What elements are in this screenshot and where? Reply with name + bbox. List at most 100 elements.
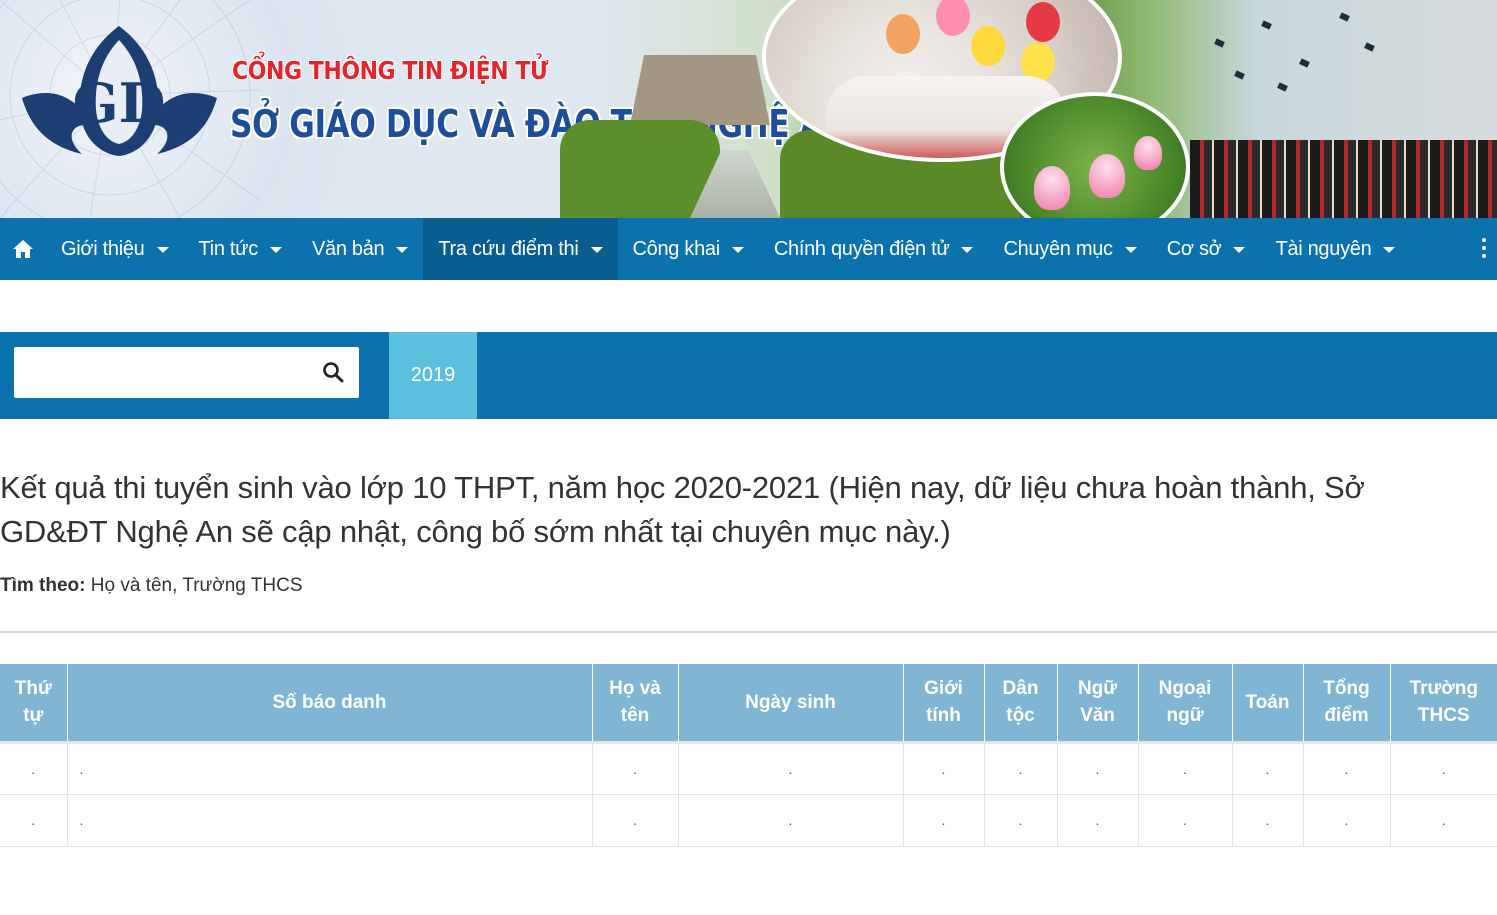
nav-item-tra-cuu-diem-thi[interactable]: Tra cứu điểm thi <box>423 218 618 280</box>
nav-item-label: Tin tức <box>198 237 259 260</box>
column-header-ngu-van[interactable]: Ngữ Văn <box>1057 664 1139 742</box>
home-icon <box>13 240 33 258</box>
table-cell: . <box>1232 794 1304 847</box>
table-cell: . <box>1390 740 1497 795</box>
search-by-hint: Tìm theo: Họ và tên, Trường THCS <box>0 575 303 597</box>
nav-item-label: Chính quyền điện tử <box>773 237 950 260</box>
site-subtitle: CỔNG THÔNG TIN ĐIỆN TỬ <box>232 56 548 85</box>
caret-down-icon <box>961 247 974 253</box>
caret-down-icon <box>1124 247 1137 253</box>
column-header-dan-toc[interactable]: Dân tộc <box>984 664 1058 742</box>
nav-item-chuyen-muc[interactable]: Chuyên mục <box>988 218 1151 280</box>
balloon-shape <box>971 26 1005 66</box>
graduation-cap-shape <box>1277 82 1288 92</box>
caret-down-icon <box>1383 247 1396 253</box>
caret-down-icon <box>731 247 744 253</box>
divider <box>0 631 1497 633</box>
nav-item-gioi-thieu[interactable]: Giới thiệu <box>46 218 184 280</box>
nav-item-label: Chuyên mục <box>1003 237 1113 260</box>
banner-photo-roof <box>630 55 770 125</box>
nav-item-label: Công khai <box>632 237 721 260</box>
graduation-cap-shape <box>1339 12 1350 22</box>
results-table: Thứ tự Số báo danh Họ và tên Ngày sinh G… <box>0 664 1497 847</box>
table-cell: . <box>0 794 68 847</box>
nav-item-cong-khai[interactable]: Công khai <box>618 218 759 280</box>
table-cell: . <box>1303 794 1391 847</box>
balloon-shape <box>1026 2 1060 42</box>
caret-down-icon <box>156 247 169 253</box>
more-vertical-icon[interactable] <box>1481 238 1487 258</box>
table-cell: . <box>67 794 593 847</box>
page-title: Kết quả thi tuyển sinh vào lớp 10 THPT, … <box>0 470 1365 549</box>
table-cell: . <box>1057 740 1139 795</box>
banner-photo-graduates <box>1190 110 1497 218</box>
table-cell: . <box>1138 794 1233 847</box>
graduation-cap-shape <box>1234 70 1245 80</box>
nav-item-tin-tuc[interactable]: Tin tức <box>184 218 297 280</box>
year-tab-2019[interactable]: 2019 <box>389 332 477 419</box>
table-cell: . <box>678 794 904 847</box>
table-cell: . <box>592 794 679 847</box>
nav-item-label: Văn bản <box>311 237 385 260</box>
table-cell: . <box>592 740 679 795</box>
column-header-tong-diem[interactable]: Tổng điểm <box>1303 664 1391 742</box>
column-header-ngay-sinh[interactable]: Ngày sinh <box>678 664 904 742</box>
caret-down-icon <box>396 247 409 253</box>
table-cell: . <box>678 740 904 795</box>
search-by-value: Họ và tên, Trường THCS <box>90 575 303 596</box>
caret-down-icon <box>269 247 282 253</box>
table-cell: . <box>903 794 985 847</box>
site-banner: GD CỔNG THÔNG TIN ĐIỆN TỬ SỞ GIÁO DỤC VÀ… <box>0 0 1497 218</box>
lotus-flower-shape <box>1034 166 1070 210</box>
table-cell: . <box>1390 794 1497 847</box>
column-header-so-bao-danh[interactable]: Số báo danh <box>67 664 593 742</box>
table-row: . . . . . . . . . . . <box>0 794 1497 847</box>
table-cell: . <box>984 794 1058 847</box>
search-box <box>14 347 359 398</box>
caret-down-icon <box>1233 247 1246 253</box>
nav-item-tai-nguyen[interactable]: Tài nguyên <box>1260 218 1410 280</box>
balloon-shape <box>886 14 920 54</box>
search-icon[interactable] <box>321 360 345 384</box>
graduation-cap-shape <box>1364 42 1375 52</box>
column-header-truong-thcs[interactable]: Trường THCS <box>1390 664 1497 742</box>
caret-down-icon <box>590 247 603 253</box>
lotus-flower-shape <box>1134 136 1162 170</box>
gd-lotus-logo[interactable]: GD <box>22 26 217 156</box>
search-by-label: Tìm theo: <box>0 575 86 596</box>
banner-photo-hedge <box>560 120 720 218</box>
table-cell: . <box>67 740 593 795</box>
main-navigation: Giới thiệu Tin tức Văn bản Tra cứu điểm … <box>0 218 1497 280</box>
nav-item-label: Giới thiệu <box>61 237 145 260</box>
svg-text:GD: GD <box>73 71 166 135</box>
balloon-shape <box>936 0 970 36</box>
nav-item-co-so[interactable]: Cơ sở <box>1152 218 1261 280</box>
nav-home[interactable] <box>0 218 46 280</box>
search-band: 2019 <box>0 332 1497 419</box>
graduation-cap-shape <box>1214 38 1225 48</box>
table-cell: . <box>0 740 68 795</box>
table-cell: . <box>1138 740 1233 795</box>
graduation-cap-shape <box>1261 20 1272 30</box>
column-header-toan[interactable]: Toán <box>1232 664 1304 742</box>
nav-item-label: Tra cứu điểm thi <box>438 237 579 260</box>
table-cell: . <box>1303 740 1391 795</box>
column-header-thu-tu[interactable]: Thứ tự <box>0 664 68 742</box>
table-row: . . . . . . . . . . . <box>0 740 1497 795</box>
column-header-gioi-tinh[interactable]: Giới tính <box>903 664 985 742</box>
table-cell: . <box>984 740 1058 795</box>
graduates-crowd-shape <box>1190 140 1497 218</box>
table-cell: . <box>903 740 985 795</box>
nav-item-chinh-quyen-dien-tu[interactable]: Chính quyền điện tử <box>759 218 989 280</box>
nav-item-label: Tài nguyên <box>1275 237 1372 260</box>
nav-item-van-ban[interactable]: Văn bản <box>297 218 423 280</box>
lotus-flower-shape <box>1089 154 1125 198</box>
column-header-ngoai-ngu[interactable]: Ngoại ngữ <box>1138 664 1233 742</box>
table-cell: . <box>1057 794 1139 847</box>
graduation-cap-shape <box>1299 58 1310 68</box>
table-cell: . <box>1232 740 1304 795</box>
column-header-ho-va-ten[interactable]: Họ và tên <box>592 664 679 742</box>
search-input[interactable] <box>14 347 304 398</box>
nav-item-label: Cơ sở <box>1166 237 1222 260</box>
table-header-row: Thứ tự Số báo danh Họ và tên Ngày sinh G… <box>0 664 1497 742</box>
